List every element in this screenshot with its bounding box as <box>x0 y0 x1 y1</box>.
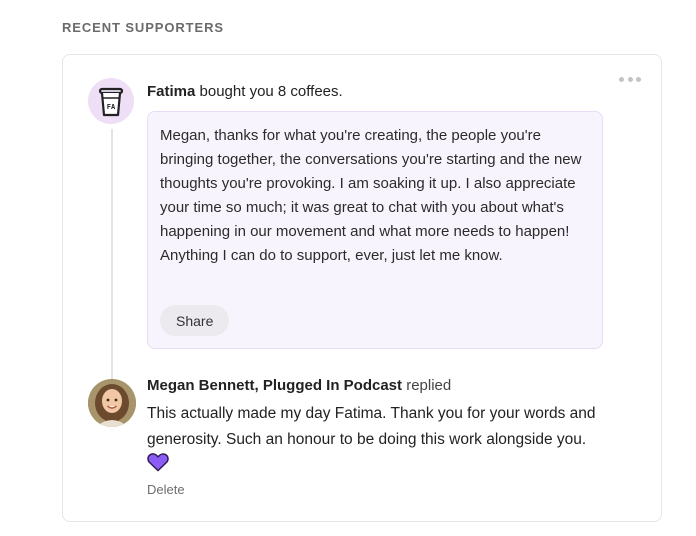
profile-photo-icon <box>88 379 136 427</box>
more-dot-icon <box>619 76 624 82</box>
delete-link[interactable]: Delete <box>147 482 185 497</box>
purple-heart-icon <box>147 453 169 472</box>
thread-line <box>111 129 113 379</box>
reply-text: This actually made my day Fatima. Thank … <box>147 405 596 448</box>
supporter-message: Megan, thanks for what you're creating, … <box>160 127 582 264</box>
supporter-card: FA Fatima bought you 8 coffees. Megan, t… <box>62 54 662 522</box>
supporter-message-box: Megan, thanks for what you're creating, … <box>147 111 603 349</box>
reply-action: replied <box>402 377 452 394</box>
supporter-action: bought you 8 coffees. <box>195 83 343 100</box>
more-dot-icon <box>636 76 641 82</box>
reply-headline: Megan Bennett, Plugged In Podcast replie… <box>147 377 451 394</box>
creator-avatar[interactable] <box>88 379 136 427</box>
svg-text:FA: FA <box>107 103 116 111</box>
supporter-name[interactable]: Fatima <box>147 83 195 100</box>
more-options-button[interactable] <box>619 73 641 85</box>
share-button[interactable]: Share <box>160 305 230 336</box>
creator-name[interactable]: Megan Bennett, Plugged In Podcast <box>147 377 402 394</box>
supporter-avatar[interactable]: FA <box>88 78 134 124</box>
supporter-headline: Fatima bought you 8 coffees. <box>147 83 343 100</box>
section-title: RECENT SUPPORTERS <box>62 20 224 35</box>
coffee-cup-icon: FA <box>98 87 124 117</box>
more-dot-icon <box>627 76 633 82</box>
